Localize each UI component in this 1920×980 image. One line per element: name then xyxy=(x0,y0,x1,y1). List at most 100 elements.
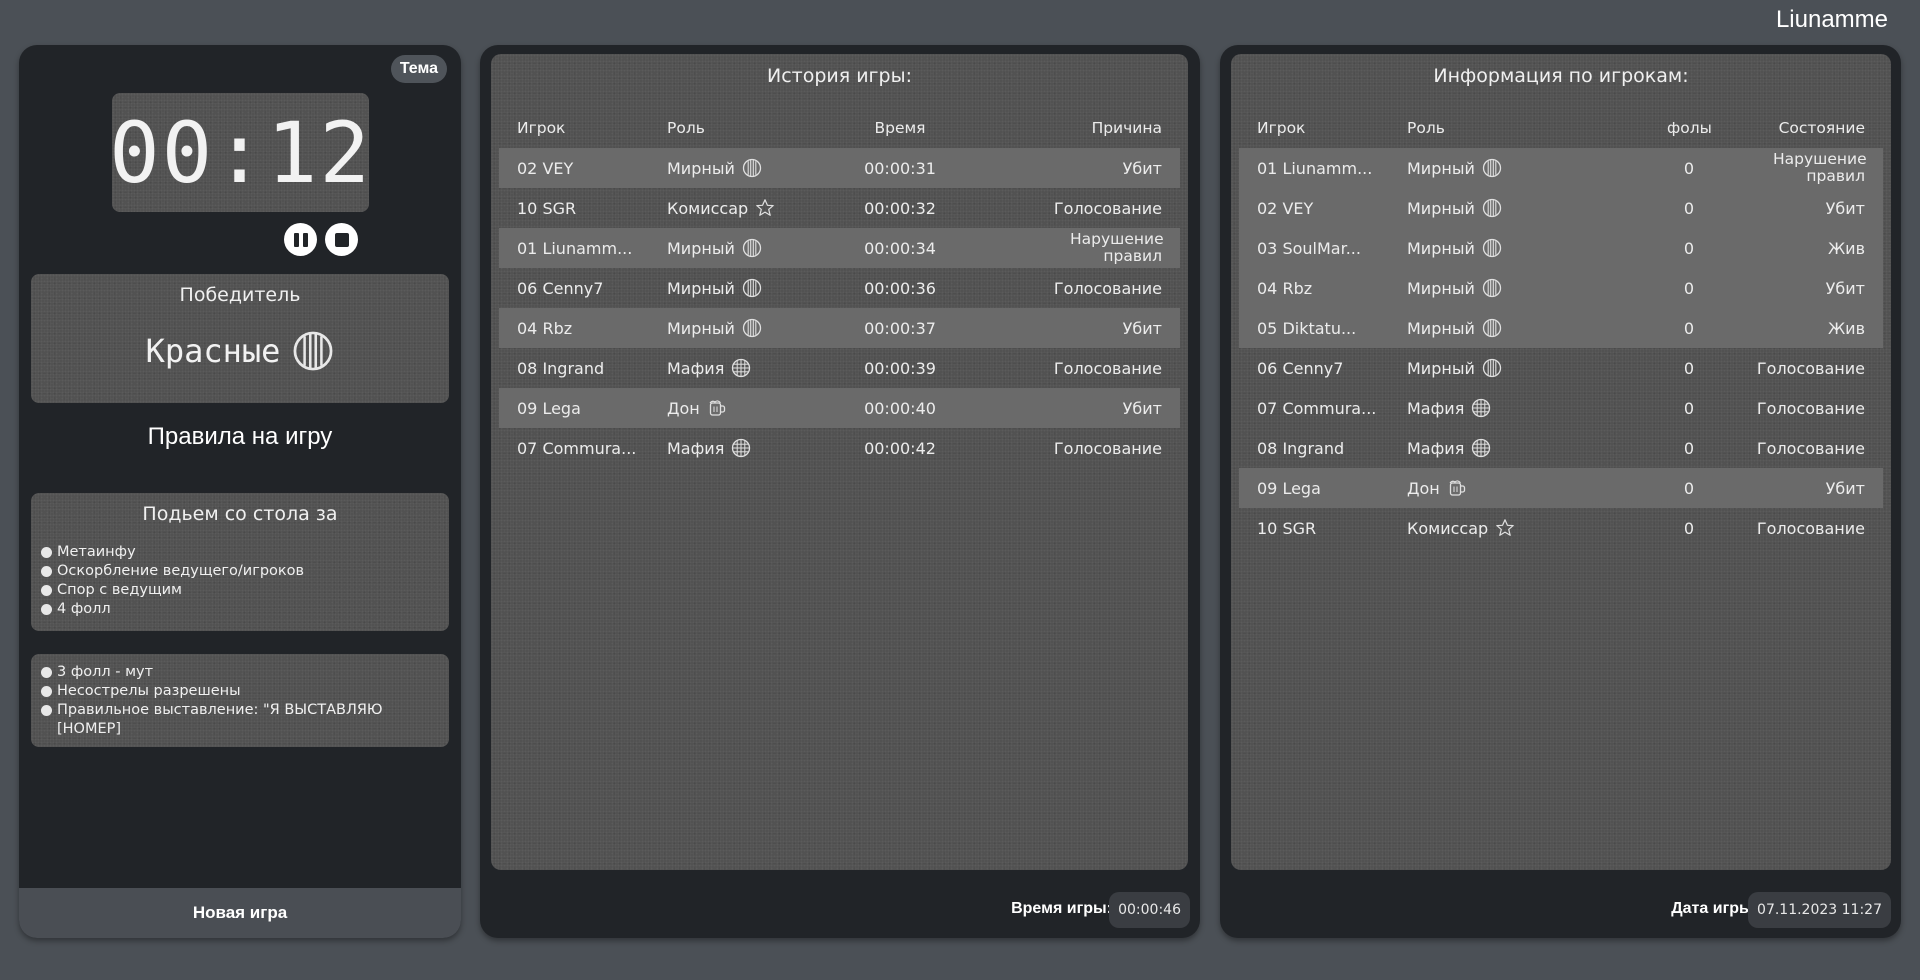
table-row: 05 Diktatu... Мирный 0 Жив xyxy=(1239,308,1883,348)
role-label: Комиссар xyxy=(1407,518,1489,538)
state-cell: Голосование xyxy=(1756,398,1865,418)
fouls-cell: 0 xyxy=(1683,438,1695,458)
column-header-fouls: фолы xyxy=(1667,119,1712,137)
sheriff-role-icon xyxy=(755,198,775,218)
game-date-label: Дата игры: xyxy=(1671,900,1758,917)
timer-display: 00:12 xyxy=(109,93,370,212)
player-cell: 01 Liunamm... xyxy=(517,238,633,258)
time-cell: 00:00:32 xyxy=(864,198,936,218)
players-info-table: Информация по игрокам: Игрок Роль фолы С… xyxy=(1231,54,1891,870)
state-cell: Убит xyxy=(1825,198,1865,218)
player-cell: 08 Ingrand xyxy=(1257,438,1345,458)
fouls-cell: 0 xyxy=(1683,238,1695,258)
table-row: 10 SGR Комиссар 00:00:32 Голосование xyxy=(499,188,1180,228)
winner-team-label: Красные xyxy=(145,332,281,370)
role-cell: Мирный xyxy=(649,238,839,258)
civilian-role-icon xyxy=(742,318,762,338)
role-label: Мирный xyxy=(667,238,735,258)
winner-card: Победитель Красные xyxy=(31,274,449,403)
role-cell: Дон xyxy=(1389,478,1649,498)
player-cell: 10 SGR xyxy=(517,198,577,218)
fouls-cell: 0 xyxy=(1683,398,1695,418)
civilian-role-icon xyxy=(1482,358,1502,378)
list-item: Оскорбление ведущего/игроков xyxy=(41,562,439,581)
player-cell: 06 Cenny7 xyxy=(517,278,604,298)
role-cell: Мирный xyxy=(1389,158,1649,178)
role-cell: Мирный xyxy=(1389,318,1649,338)
role-label: Мафия xyxy=(667,358,725,378)
role-cell: Мирный xyxy=(649,278,839,298)
table-row: 01 Liunamm... Мирный 00:00:34 Нарушение пра… xyxy=(499,228,1180,268)
time-cell: 00:00:40 xyxy=(864,398,936,418)
player-cell: 05 Diktatu... xyxy=(1257,318,1357,338)
game-time-value: 00:00:46 xyxy=(1109,892,1190,928)
winner-title: Победитель xyxy=(179,284,301,306)
civilian-role-icon xyxy=(742,158,762,178)
list-item: Спор с ведущим xyxy=(41,581,439,600)
role-cell: Комиссар xyxy=(1389,518,1649,538)
don-role-icon xyxy=(1447,478,1467,498)
game-date-value: 07.11.2023 11:27 xyxy=(1748,892,1891,928)
table-row: 08 Ingrand Мафия 0 Голосование xyxy=(1239,428,1883,468)
player-cell: 09 Lega xyxy=(1257,478,1321,498)
list-item: Правильное выставление: "Я ВЫСТАВЛЯЮ [НО… xyxy=(41,701,439,739)
reason-cell: Голосование xyxy=(1053,438,1162,458)
table-header: Игрок Роль Время Причина xyxy=(499,108,1180,148)
player-cell: 07 Commura... xyxy=(517,438,637,458)
fouls-cell: 0 xyxy=(1683,358,1695,378)
role-cell: Комиссар xyxy=(649,198,839,218)
civilian-role-icon xyxy=(1482,278,1502,298)
state-cell: Голосование xyxy=(1756,358,1865,378)
sheriff-role-icon xyxy=(1495,518,1515,538)
mafia-role-icon xyxy=(1471,438,1491,458)
reason-cell: Убит xyxy=(1122,398,1162,418)
player-cell: 01 Liunamm... xyxy=(1257,158,1373,178)
winner-team: Красные xyxy=(31,330,449,372)
role-cell: Мафия xyxy=(1389,438,1649,458)
reason-cell: Убит xyxy=(1122,158,1162,178)
column-header-player: Игрок xyxy=(517,119,566,137)
history-title: История игры: xyxy=(766,65,913,87)
table-row: 07 Commura... Мафия 0 Голосование xyxy=(1239,388,1883,428)
role-label: Мафия xyxy=(667,438,725,458)
reason-cell: Голосование xyxy=(1053,198,1162,218)
role-label: Мафия xyxy=(1407,398,1465,418)
role-label: Комиссар xyxy=(667,198,749,218)
list-item: 3 фолл - мут xyxy=(41,663,439,682)
don-role-icon xyxy=(707,398,727,418)
stop-button[interactable] xyxy=(325,223,358,256)
state-cell: Жив xyxy=(1827,318,1865,338)
new-game-button[interactable]: Новая игра xyxy=(19,888,461,938)
lift-rules-title: Подьем со стола за xyxy=(142,503,338,525)
stop-icon xyxy=(334,232,349,247)
player-cell: 10 SGR xyxy=(1257,518,1317,538)
column-header-reason: Причина xyxy=(1091,119,1162,137)
reason-cell: Голосование xyxy=(1053,278,1162,298)
role-cell: Мирный xyxy=(1389,278,1649,298)
role-label: Дон xyxy=(667,398,700,418)
username-label: Liunamme xyxy=(1775,6,1888,33)
list-item: Несострелы разрешены xyxy=(41,682,439,701)
column-header-role: Роль xyxy=(1407,119,1445,137)
lift-rules-list: Метаинфу Оскорбление ведущего/игроков Сп… xyxy=(31,543,449,619)
player-cell: 04 Rbz xyxy=(1257,278,1313,298)
role-label: Мафия xyxy=(1407,438,1465,458)
theme-button[interactable]: Тема xyxy=(390,55,447,83)
reason-cell: Голосование xyxy=(1053,358,1162,378)
player-cell: 02 VEY xyxy=(517,158,574,178)
role-cell: Дон xyxy=(649,398,839,418)
fouls-cell: 0 xyxy=(1683,518,1695,538)
fouls-cell: 0 xyxy=(1683,158,1695,178)
fouls-cell: 0 xyxy=(1683,318,1695,338)
column-header-role: Роль xyxy=(667,119,705,137)
pause-button[interactable] xyxy=(284,223,317,256)
civilian-role-icon xyxy=(742,278,762,298)
role-label: Мирный xyxy=(667,318,735,338)
list-item: Метаинфу xyxy=(41,543,439,562)
fouls-cell: 0 xyxy=(1683,198,1695,218)
role-cell: Мафия xyxy=(1389,398,1649,418)
role-label: Мирный xyxy=(667,278,735,298)
players-title: Информация по игрокам: xyxy=(1433,65,1689,87)
player-cell: 07 Commura... xyxy=(1257,398,1377,418)
players-info-panel: Информация по игрокам: Игрок Роль фолы С… xyxy=(1220,45,1901,938)
